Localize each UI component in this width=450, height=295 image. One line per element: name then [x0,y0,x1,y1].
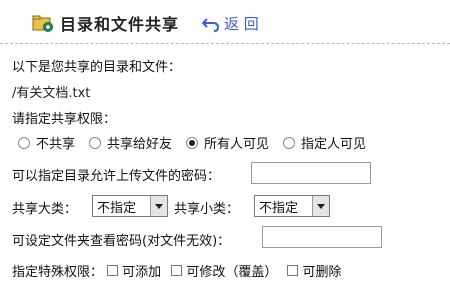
radio-button[interactable] [89,136,102,149]
shared-file-link[interactable]: /有关文档.txt [12,82,90,101]
major-category-select[interactable]: 不指定 [92,195,168,217]
shared-folder-icon [32,15,53,32]
special-permissions-label: 指定特殊权限： [12,265,104,280]
view-password-input[interactable] [262,226,382,248]
back-label[interactable]: 返 回 [224,13,259,34]
upload-password-label: 可以指定目录允许上传文件的密码： [12,169,221,184]
shared-file-name[interactable]: /有关文档.txt [12,86,90,101]
permission-modify[interactable]: 可修改（覆盖） [171,261,277,280]
radio-share-friends[interactable]: 共享给好友 [89,133,172,152]
checkbox[interactable] [287,265,299,276]
checkbox-label: 可修改（覆盖） [186,265,278,280]
radio-button-selected[interactable] [186,136,199,149]
page-title: 目录和文件共享 [60,15,180,34]
checkbox[interactable] [107,265,119,276]
minor-category-select[interactable]: 不指定 [254,195,330,217]
special-permissions-row: 指定特殊权限： 可添加 可修改（覆盖） 可删除 [12,261,347,280]
share-permission-radio-group: 不共享 共享给好友 所有人可见 指定人可见 [18,133,380,152]
radio-button[interactable] [283,136,296,149]
checkbox[interactable] [171,265,183,276]
radio-share-specified[interactable]: 指定人可见 [283,133,366,152]
intro-text: 以下是您共享的目录和文件： [12,60,182,75]
radio-label: 所有人可见 [204,137,270,152]
radio-label: 共享给好友 [107,137,173,152]
major-category-value: 不指定 [97,200,137,216]
permission-delete[interactable]: 可删除 [287,261,341,280]
page-header: 目录和文件共享 返 回 [0,0,450,46]
view-password-label: 可设定文件夹查看密码(对文件无效)： [12,234,231,249]
upload-password-input[interactable] [251,162,371,184]
permission-add[interactable]: 可添加 [107,261,161,280]
radio-button[interactable] [18,136,30,149]
permission-heading: 请指定共享权限： [12,112,117,127]
checkbox-label: 可添加 [122,265,162,280]
chevron-down-icon[interactable] [312,196,329,216]
chevron-down-icon[interactable] [150,196,167,216]
radio-share-all[interactable]: 所有人可见 [186,133,269,152]
checkbox-label: 可删除 [302,265,342,280]
radio-label: 不共享 [36,137,76,152]
radio-no-share[interactable]: 不共享 [18,133,75,152]
header-divider [0,43,450,44]
back-button[interactable]: 返 回 [202,13,259,34]
minor-category-value: 不指定 [259,200,299,216]
radio-label: 指定人可见 [301,137,367,152]
minor-category-label: 共享小类： [174,202,240,217]
major-category-label: 共享大类： [12,202,78,217]
return-arrow-icon [202,17,220,32]
